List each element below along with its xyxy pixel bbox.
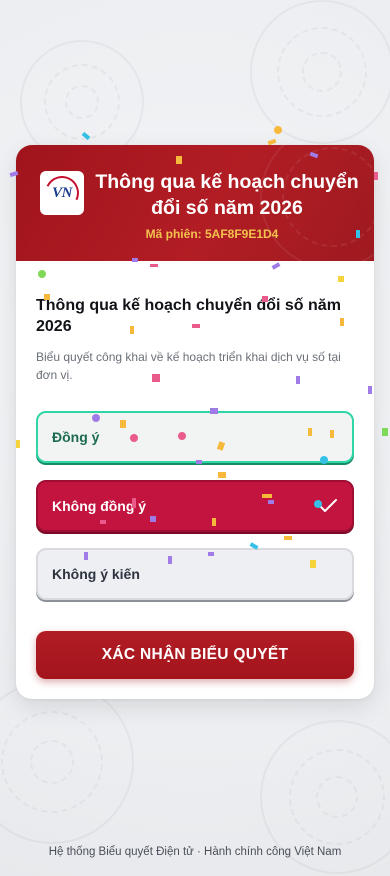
confetti-piece [382, 428, 388, 436]
vote-card: VN Thông qua kế hoạch chuyển đổi số năm … [16, 145, 374, 699]
option-abstain-label: Không ý kiến [52, 566, 140, 582]
confetti-piece [374, 172, 378, 180]
question-title: Thông qua kế hoạch chuyển đổi số năm 202… [36, 297, 341, 335]
option-disagree[interactable]: Không đồng ý [36, 480, 354, 532]
logo-ring-icon [40, 171, 84, 215]
header-title: Thông qua kế hoạch chuyển đổi số năm 202… [95, 171, 359, 219]
option-disagree-label: Không đồng ý [52, 498, 147, 514]
card-header: VN Thông qua kế hoạch chuyển đổi số năm … [16, 145, 374, 261]
background-drum-pattern [0, 680, 134, 844]
check-icon [319, 499, 337, 512]
question-description: Biểu quyết công khai về kế hoạch triển k… [36, 350, 341, 382]
confetti-piece [274, 126, 282, 134]
confetti-piece [81, 131, 91, 141]
voting-page: VN Thông qua kế hoạch chuyển đổi số năm … [0, 0, 390, 876]
option-abstain[interactable]: Không ý kiến [36, 548, 354, 600]
option-agree[interactable]: Đồng ý [36, 411, 354, 463]
submit-vote-button[interactable]: XÁC NHẬN BIỂU QUYẾT [36, 631, 354, 679]
option-agree-label: Đồng ý [52, 429, 100, 445]
logo: VN [40, 171, 84, 215]
session-code: Mã phiên: 5AF8F9E1D4 [145, 227, 279, 241]
footer-text: Hệ thống Biểu quyết Điện tử · Hành chính… [48, 846, 342, 858]
background-drum-pattern [250, 0, 390, 144]
